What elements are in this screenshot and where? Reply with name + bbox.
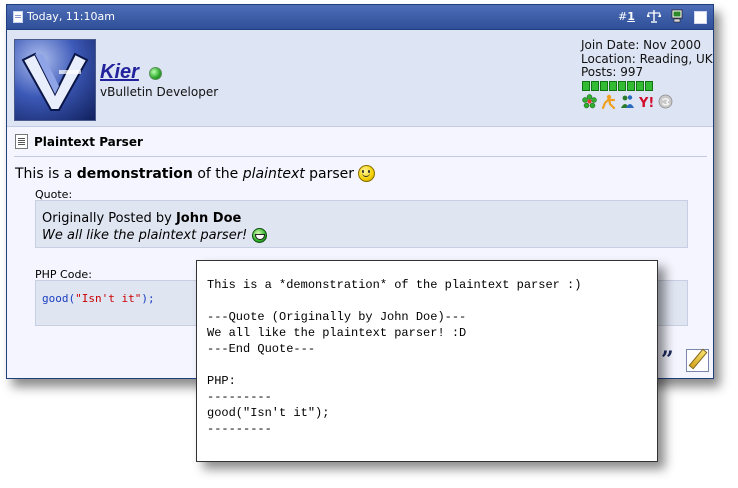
plaintext-line: PHP: <box>207 374 236 388</box>
php-code-line: good("Isn't it"); <box>42 292 155 305</box>
reputation-pip <box>636 81 644 91</box>
reputation-pip <box>582 81 590 91</box>
quote-attribution: Originally Posted by John Doe <box>42 211 241 226</box>
contact-icons: Y! <box>582 94 673 109</box>
user-title: vBulletin Developer <box>100 85 219 99</box>
reputation-pip <box>600 81 608 91</box>
document-icon <box>13 10 23 23</box>
post-header: Today, 11:10am #1 <box>7 5 713 30</box>
plaintext-line: ---Quote (Originally by John Doe)--- <box>207 310 467 324</box>
plaintext-line: good("Isn't it"); <box>207 406 330 420</box>
post-date: Today, 11:10am <box>13 10 115 23</box>
post-number: 1 <box>627 10 635 23</box>
msn-icon[interactable] <box>620 94 635 109</box>
quote-button[interactable]: ” <box>661 349 681 371</box>
avatar[interactable] <box>14 39 96 121</box>
post-icon <box>15 134 28 149</box>
icq-icon[interactable] <box>582 94 597 109</box>
reputation-pip <box>645 81 653 91</box>
plaintext-output-panel: This is a *demonstration* of the plainte… <box>196 260 658 462</box>
reputation-pip <box>627 81 635 91</box>
biggrin-icon <box>252 228 268 243</box>
plaintext-line: --------- <box>207 390 272 404</box>
quote-box: Originally Posted by John Doe We all lik… <box>35 200 688 248</box>
post-number-link[interactable]: #1 <box>618 10 635 23</box>
reputation-pip <box>591 81 599 91</box>
online-status-icon <box>149 67 162 80</box>
skype-icon[interactable] <box>658 94 673 109</box>
reputation-bar <box>582 81 653 91</box>
svg-text:Y!: Y! <box>639 96 654 109</box>
plaintext-line: We all like the plaintext parser! :D <box>207 326 467 340</box>
quote-text: We all like the plaintext parser! <box>42 228 248 243</box>
message-italic: plaintext <box>242 165 305 182</box>
quote-author: John Doe <box>175 211 242 226</box>
location: Location: Reading, UK <box>581 51 713 66</box>
quote-prefix: Originally Posted by <box>42 211 176 226</box>
php-end: ); <box>141 292 155 305</box>
user-details: Join Date: Nov 2000 Location: Reading, U… <box>581 38 713 80</box>
scale-icon[interactable] <box>647 9 661 23</box>
yahoo-icon[interactable]: Y! <box>639 94 654 109</box>
plaintext-output: This is a *demonstration* of the plainte… <box>207 277 581 437</box>
plaintext-line: ---End Quote--- <box>207 342 316 356</box>
post-title-text: Plaintext Parser <box>34 134 143 149</box>
aim-icon[interactable] <box>601 94 616 109</box>
message-text: of the <box>192 165 243 182</box>
divider <box>14 156 707 157</box>
checkbox-icon[interactable] <box>694 11 707 24</box>
smiley-icon <box>358 165 376 182</box>
post-count: Posts: 997 <box>581 65 644 79</box>
post-message: This is a demonstration of the plaintext… <box>15 165 376 182</box>
quote-body: We all like the plaintext parser! <box>42 228 268 243</box>
message-text: parser <box>304 165 355 182</box>
plaintext-line: This is a *demonstration* of the plainte… <box>207 278 582 292</box>
php-string: "Isn't it" <box>75 292 142 305</box>
vb-logo-icon <box>21 52 89 111</box>
php-function: good( <box>42 292 76 305</box>
post-title: Plaintext Parser <box>15 134 143 149</box>
plaintext-line: --------- <box>207 422 272 436</box>
message-text: This is a <box>15 165 77 182</box>
join-date: Join Date: Nov 2000 <box>581 38 701 52</box>
reputation-pip <box>618 81 626 91</box>
post-number-prefix: # <box>618 10 628 23</box>
edit-button[interactable] <box>686 349 709 372</box>
post-date-text: Today, 11:10am <box>27 10 115 23</box>
reputation-pip <box>609 81 617 91</box>
user-info-band: Kier vBulletin Developer Join Date: Nov … <box>7 30 713 127</box>
computer-icon[interactable] <box>670 9 684 23</box>
message-bold: demonstration <box>76 165 193 182</box>
username-link[interactable]: Kier <box>100 61 139 84</box>
